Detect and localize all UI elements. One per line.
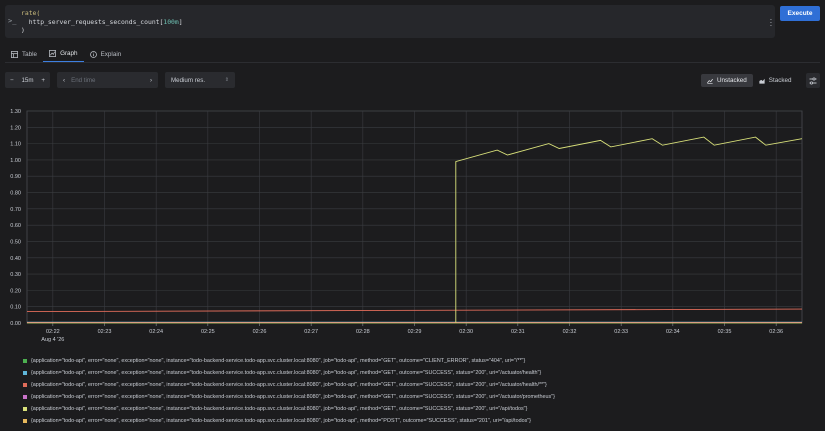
resolution-select[interactable]: Medium res. ⇕ (165, 72, 235, 88)
y-tick-label: 0.60 (10, 223, 21, 229)
query-editor[interactable]: >_ rate( http_server_requests_seconds_co… (5, 5, 775, 38)
query-function: rate( (21, 9, 41, 17)
y-tick-label: 0.00 (10, 321, 21, 327)
legend-item[interactable]: {application="todo-api", error="none", e… (23, 415, 813, 427)
y-tick-label: 1.00 (10, 158, 21, 164)
y-tick-label: 0.30 (10, 272, 21, 278)
info-icon (89, 50, 97, 58)
legend-item[interactable]: {application="todo-api", error="none", e… (23, 403, 813, 415)
unstacked-button[interactable]: Unstacked (701, 74, 753, 87)
legend-label: {application="todo-api", error="none", e… (31, 382, 547, 388)
y-tick-label: 0.90 (10, 174, 21, 180)
x-tick-label: 02:22 (46, 329, 60, 335)
sliders-icon (809, 76, 817, 85)
legend-swatch (23, 383, 27, 387)
end-time-control: ‹ End time › (57, 72, 158, 88)
x-tick-label: 02:34 (666, 329, 680, 335)
chevron-right-icon[interactable]: › (150, 77, 152, 84)
legend-swatch (23, 419, 27, 423)
end-time-input[interactable]: End time (71, 77, 150, 84)
range-control: − 15m + (5, 72, 50, 88)
legend-swatch (23, 407, 27, 411)
y-tick-label: 1.30 (10, 109, 21, 115)
x-tick-label: 02:30 (459, 329, 473, 335)
unstacked-label: Unstacked (717, 77, 747, 84)
y-tick-label: 0.40 (10, 256, 21, 262)
query-close: ) (21, 26, 25, 34)
tab-explain[interactable]: Explain (84, 46, 128, 62)
legend-label: {application="todo-api", error="none", e… (31, 418, 531, 424)
legend-swatch (23, 371, 27, 375)
unstacked-icon (707, 78, 713, 84)
legend-item[interactable]: {application="todo-api", error="none", e… (23, 379, 813, 391)
query-range: 100m (163, 17, 179, 26)
y-tick-label: 0.80 (10, 191, 21, 197)
legend-item[interactable]: {application="todo-api", error="none", e… (23, 355, 813, 367)
view-tabs: Table Graph Explain (5, 46, 127, 62)
tab-table-label: Table (22, 50, 38, 58)
series-legend: {application="todo-api", error="none", e… (23, 355, 813, 427)
stacked-label: Stacked (768, 77, 792, 84)
stack-toggle: Unstacked Stacked (701, 74, 798, 87)
y-tick-label: 0.70 (10, 207, 21, 213)
x-tick-label: 02:24 (149, 329, 163, 335)
y-tick-label: 0.10 (10, 305, 21, 311)
range-decrement-button[interactable]: − (10, 77, 14, 84)
x-tick-label: 02:33 (614, 329, 628, 335)
tab-table[interactable]: Table (5, 46, 43, 62)
tab-graph[interactable]: Graph (43, 46, 84, 62)
x-tick-label: 02:28 (356, 329, 370, 335)
range-increment-button[interactable]: + (41, 77, 45, 84)
y-tick-label: 1.10 (10, 142, 21, 148)
stacked-icon (759, 78, 765, 84)
legend-item[interactable]: {application="todo-api", error="none", e… (23, 367, 813, 379)
x-tick-label: 02:36 (769, 329, 783, 335)
tabs-divider (5, 62, 820, 63)
terminal-prompt-icon: >_ (8, 17, 17, 25)
x-tick-label: 02:23 (98, 329, 112, 335)
x-tick-label: 02:35 (718, 329, 732, 335)
x-tick-label: 02:31 (511, 329, 525, 335)
resolution-label: Medium res. (171, 76, 206, 84)
legend-label: {application="todo-api", error="none", e… (31, 394, 555, 400)
execute-button[interactable]: Execute (780, 6, 820, 21)
query-range-close: ] (178, 17, 183, 26)
select-arrows-icon: ⇕ (224, 77, 229, 83)
graph-chart[interactable]: 0.00 0.10 0.20 0.30 0.40 0.50 0.60 0.70 0.80 0.90… (0, 100, 825, 350)
table-icon (11, 50, 18, 58)
tab-explain-label: Explain (100, 50, 122, 58)
stacked-button[interactable]: Stacked (753, 74, 798, 87)
y-tick-label: 0.50 (10, 239, 21, 245)
x-tick-label: 02:27 (304, 329, 318, 335)
x-tick-label: 02:26 (253, 329, 267, 335)
chevron-left-icon[interactable]: ‹ (63, 77, 65, 84)
legend-label: {application="todo-api", error="none", e… (31, 406, 528, 412)
graph-icon (49, 50, 57, 57)
x-date-label: Aug 4 '26 (41, 337, 64, 343)
tab-graph-label: Graph (60, 50, 78, 57)
series-line-5 (455, 136, 803, 323)
legend-swatch (23, 395, 27, 399)
legend-swatch (23, 359, 27, 363)
y-tick-label: 1.20 (10, 125, 21, 131)
query-code[interactable]: rate( http_server_requests_seconds_count… (21, 9, 183, 35)
x-tick-label: 02:25 (201, 329, 215, 335)
query-metric: http_server_requests_seconds_count[ (21, 17, 164, 26)
x-tick-label: 02:29 (408, 329, 422, 335)
legend-item[interactable]: {application="todo-api", error="none", e… (23, 391, 813, 403)
y-tick-label: 0.20 (10, 288, 21, 294)
legend-label: {application="todo-api", error="none", e… (31, 370, 542, 376)
x-tick-label: 02:32 (563, 329, 577, 335)
graph-settings-button[interactable] (806, 73, 820, 88)
kebab-menu-icon[interactable]: · · · (769, 16, 773, 30)
legend-label: {application="todo-api", error="none", e… (31, 358, 526, 364)
range-input[interactable]: 15m (21, 77, 33, 84)
